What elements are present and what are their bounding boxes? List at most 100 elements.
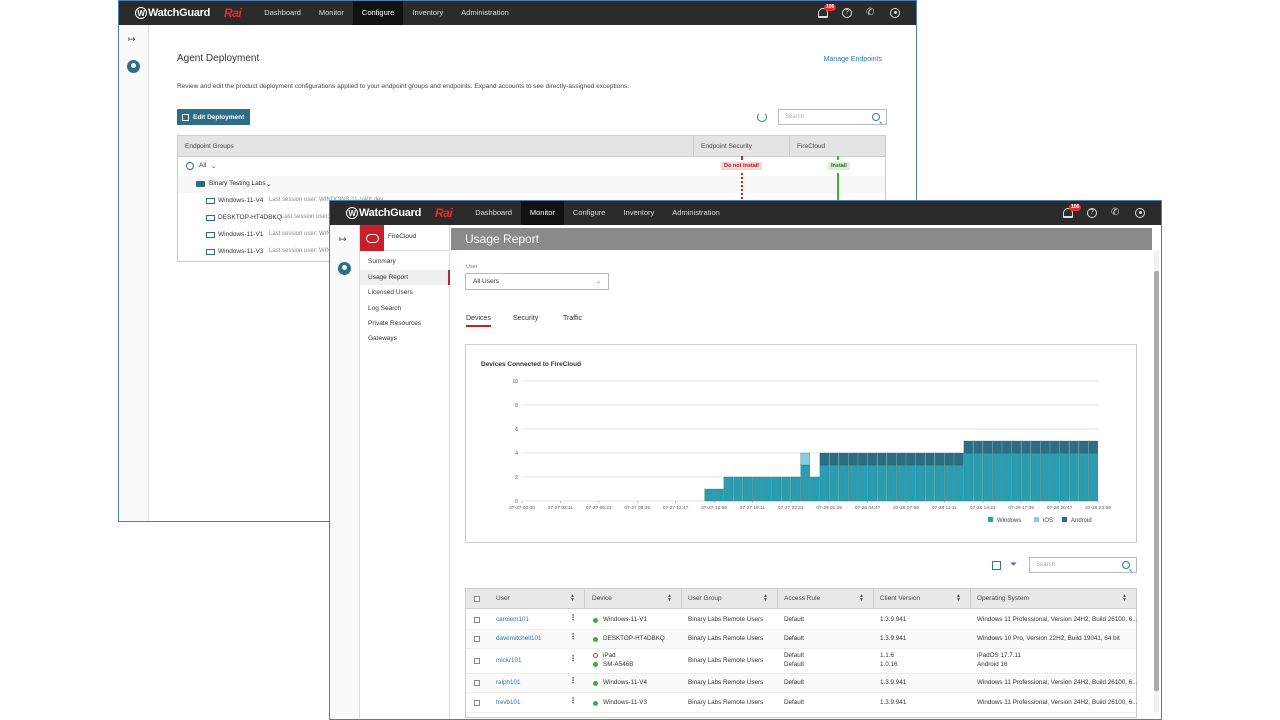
sort-icon[interactable]: ▲ ▼ — [956, 594, 961, 603]
edit-deployment-button[interactable]: Edit Deployment — [177, 109, 250, 125]
phone-icon[interactable]: ✆ — [1111, 208, 1121, 218]
phone-icon[interactable]: ✆ — [866, 8, 876, 18]
more-options-icon[interactable]: ⋮ — [569, 613, 577, 622]
row-checkbox[interactable] — [474, 636, 480, 642]
bar-android — [896, 452, 906, 466]
table-header: Endpoint Groups Endpoint Security FireCl… — [178, 136, 885, 157]
sort-icon[interactable]: ▲ ▼ — [1122, 594, 1127, 603]
endpoint-name: Windows-11-V1 — [218, 231, 264, 238]
table-search-input[interactable]: Search — [1029, 557, 1137, 573]
bar-windows — [896, 464, 906, 502]
filter-icon[interactable]: ⏷ — [1010, 560, 1019, 569]
more-options-icon[interactable]: ⋮ — [569, 632, 577, 641]
search-icon[interactable] — [1122, 561, 1130, 569]
menu-summary[interactable]: Summary — [368, 258, 396, 265]
more-options-icon[interactable]: ⋮ — [569, 654, 577, 663]
bar-android — [1040, 440, 1050, 454]
col-firecloud[interactable]: FireCloud — [797, 143, 825, 150]
select-all-checkbox[interactable] — [474, 596, 480, 602]
chevron-down-icon[interactable]: ⌄ — [266, 180, 271, 188]
user-link[interactable]: mickr101 — [496, 657, 522, 664]
row-checkbox[interactable] — [474, 617, 480, 623]
manage-endpoints-link[interactable]: Manage Endpoints — [824, 56, 882, 63]
menu-usage-report[interactable]: Usage Report — [368, 274, 408, 281]
bell-icon[interactable]: 106 — [818, 4, 837, 18]
expand-sidebar-icon[interactable]: ↦ — [128, 34, 136, 45]
nav-inventory[interactable]: Inventory — [614, 201, 663, 225]
sort-icon[interactable]: ▲ ▼ — [667, 594, 672, 603]
bar-windows — [877, 464, 887, 502]
status-ok-icon — [593, 701, 598, 706]
user-select[interactable]: All Users ⌄ — [465, 273, 609, 290]
help-icon[interactable]: ? — [842, 8, 852, 18]
menu-private-resources[interactable]: Private Resources — [368, 320, 421, 327]
vertical-scrollbar[interactable] — [1154, 251, 1159, 713]
search-icon[interactable] — [872, 113, 880, 121]
operating-system: iPadOS 17.7.11 — [977, 652, 1021, 659]
search-placeholder: Search — [785, 114, 805, 120]
chevron-down-icon[interactable]: ⌄ — [211, 162, 216, 170]
columns-icon[interactable] — [992, 561, 1001, 570]
user-link[interactable]: davemitchell101 — [496, 635, 542, 642]
scrollbar-thumb[interactable] — [1154, 271, 1159, 691]
nav-administration[interactable]: Administration — [663, 201, 729, 225]
row-checkbox[interactable] — [474, 700, 480, 706]
expand-sidebar-icon[interactable]: ↦ — [339, 234, 347, 245]
menu-log-search[interactable]: Log Search — [368, 305, 401, 312]
nav-administration[interactable]: Administration — [452, 1, 518, 25]
user-link[interactable]: carolem101 — [496, 616, 529, 623]
more-options-icon[interactable]: ⋮ — [569, 676, 577, 685]
nav-monitor[interactable]: Monitor — [520, 201, 564, 225]
column-separator — [584, 589, 585, 609]
table-row[interactable]: All ⌄ Do not install Install — [178, 158, 885, 175]
table-row[interactable]: trevb101 ⋮ Windows-11-V3 Binary Labs Rem… — [466, 693, 1138, 713]
table-row[interactable]: Binary Testing Labs ⌄ — [178, 176, 885, 193]
user-account-icon[interactable] — [890, 8, 900, 18]
menu-licensed-users[interactable]: Licensed Users — [368, 289, 413, 296]
sort-icon[interactable]: ▲ ▼ — [763, 594, 768, 603]
legend-swatch — [1034, 517, 1039, 522]
col-client-version[interactable]: Client Version — [880, 595, 920, 602]
col-endpoint-groups[interactable]: Endpoint Groups — [185, 143, 234, 150]
user-link[interactable]: trevb101 — [496, 699, 521, 706]
refresh-icon[interactable] — [757, 112, 767, 122]
col-operating-system[interactable]: Operating System — [977, 595, 1029, 602]
user-label: User — [466, 264, 478, 270]
x-tick-label: 07-28 11:11 — [932, 505, 957, 511]
tab-devices[interactable]: Devices — [466, 315, 491, 327]
profile-icon[interactable] — [338, 262, 351, 275]
col-user[interactable]: User — [496, 595, 510, 602]
tab-traffic[interactable]: Traffic — [563, 315, 582, 322]
sort-icon[interactable]: ▲ ▼ — [859, 594, 864, 603]
row-checkbox[interactable] — [474, 680, 480, 686]
bar-android — [858, 452, 868, 466]
bar-windows — [1050, 452, 1060, 502]
nav-inventory[interactable]: Inventory — [403, 1, 452, 25]
table-row[interactable]: mickr101 ⋮ iPad SM-A546B Binary Labs Rem… — [466, 649, 1136, 674]
user-link[interactable]: ralph101 — [496, 679, 521, 686]
nav-configure[interactable]: Configure — [564, 201, 615, 225]
col-user-group[interactable]: User Group — [688, 595, 722, 602]
user-account-icon[interactable] — [1135, 208, 1145, 218]
menu-gateways[interactable]: Gateways — [368, 335, 397, 342]
col-access-rule[interactable]: Access Rule — [784, 595, 820, 602]
col-endpoint-security[interactable]: Endpoint Security — [701, 143, 752, 150]
tab-security[interactable]: Security — [513, 315, 538, 322]
help-icon[interactable]: ? — [1087, 208, 1097, 218]
sort-icon[interactable]: ▲ ▼ — [570, 594, 575, 603]
profile-icon[interactable] — [127, 60, 140, 73]
nav-dashboard[interactable]: Dashboard — [466, 201, 521, 225]
nav-dashboard[interactable]: Dashboard — [255, 1, 310, 25]
col-device[interactable]: Device — [592, 595, 612, 602]
table-row[interactable]: davemitchell101 ⋮ DESKTOP-HT4DBKQ Binary… — [466, 630, 1136, 649]
nav-configure[interactable]: Configure — [352, 1, 404, 25]
table-row[interactable]: ralph101 ⋮ Windows-11-V4 Binary Labs Rem… — [466, 674, 1138, 693]
nav-monitor[interactable]: Monitor — [310, 1, 353, 25]
device-name: iPad — [603, 652, 616, 659]
table-row[interactable]: carolem101 ⋮ Windows-11-V1 Binary Labs R… — [466, 610, 1138, 630]
user-group: Binary Labs Remote Users — [688, 616, 764, 623]
row-checkbox[interactable] — [474, 658, 480, 664]
more-options-icon[interactable]: ⋮ — [569, 696, 577, 705]
search-input[interactable]: Search — [778, 109, 887, 125]
bell-icon[interactable]: 106 — [1063, 204, 1082, 218]
